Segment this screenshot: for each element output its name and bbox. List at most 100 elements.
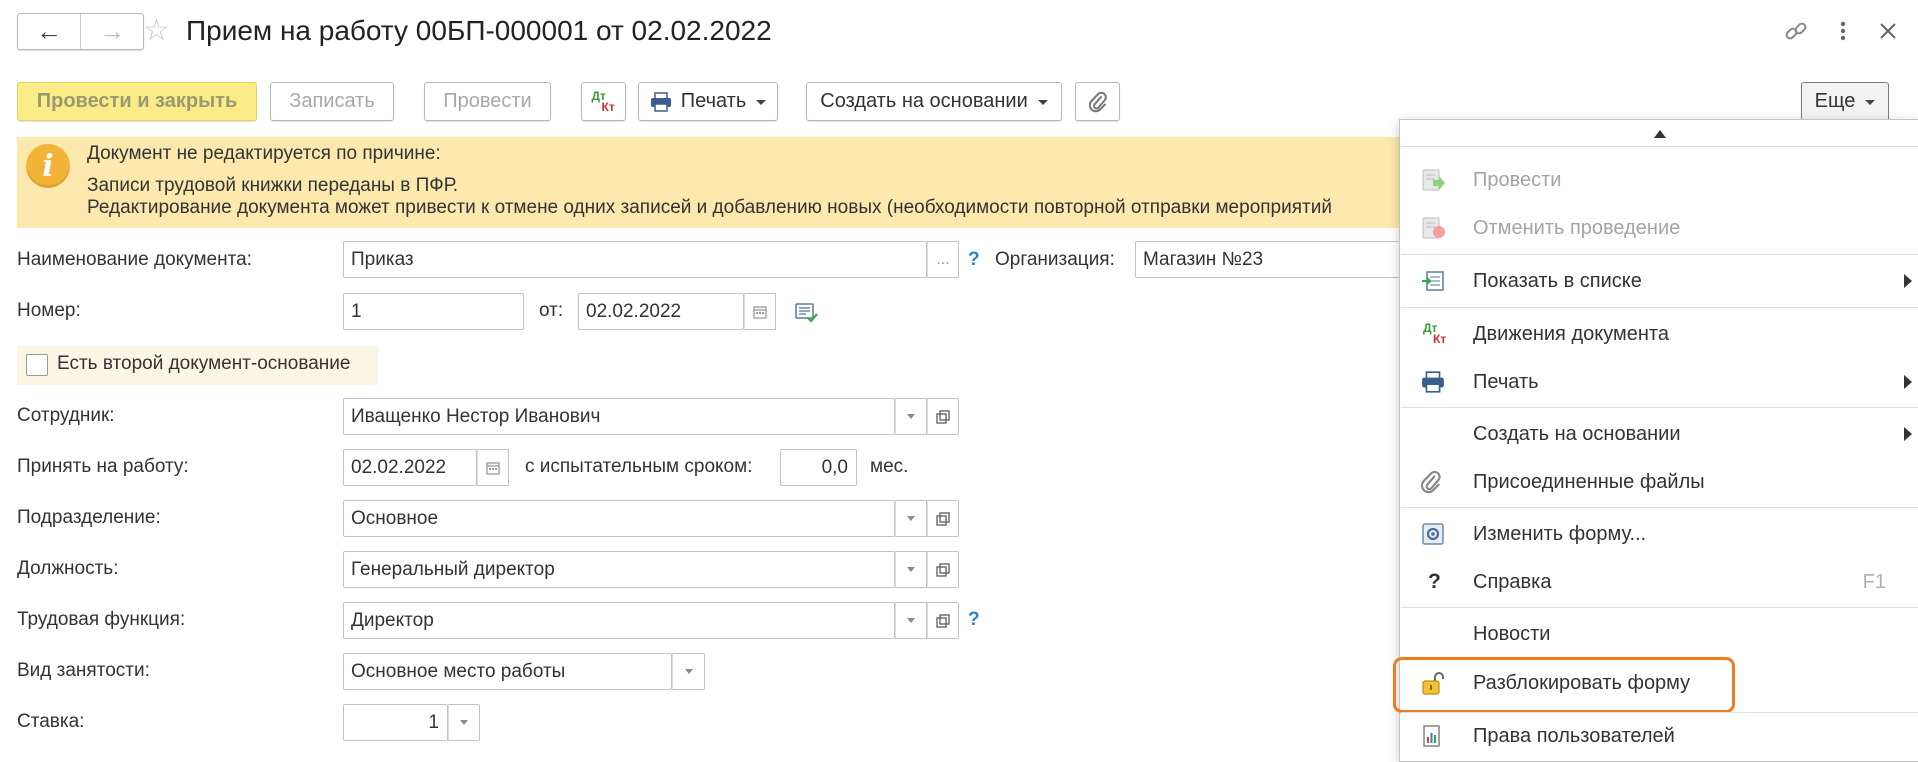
chevron-down-icon: [907, 516, 915, 521]
dt-kt-button[interactable]: Дт Кт: [581, 82, 626, 121]
employment-type-dropdown-button[interactable]: [672, 653, 705, 690]
close-icon[interactable]: [1873, 16, 1903, 46]
info-icon: i: [26, 144, 70, 188]
help-icon[interactable]: ?: [968, 249, 980, 271]
probation-unit-label: мес.: [870, 456, 909, 477]
more-vertical-icon[interactable]: [1828, 16, 1858, 46]
department-dropdown-button[interactable]: [895, 500, 927, 537]
print-label: Печать: [680, 90, 747, 112]
doc-name-label: Наименование документа:: [17, 249, 252, 270]
menu-item-user-rights[interactable]: Права пользователей: [1401, 714, 1918, 758]
second-basis-label: Есть второй документ-основание: [57, 353, 351, 374]
menu-separator: [1401, 607, 1918, 608]
date-field[interactable]: 02.02.2022: [578, 293, 744, 330]
doc-name-field[interactable]: Приказ: [343, 241, 927, 278]
chevron-down-icon: [907, 618, 915, 623]
menu-item-show-in-list[interactable]: Показать в списке: [1401, 259, 1918, 303]
employee-open-button[interactable]: [927, 398, 959, 435]
probation-label: с испытательным сроком:: [525, 456, 753, 477]
menu-separator: [1401, 407, 1918, 408]
link-icon[interactable]: [1781, 16, 1811, 46]
number-field[interactable]: 1: [343, 293, 524, 330]
organization-field[interactable]: Магазин №23: [1135, 241, 1401, 278]
rate-label: Ставка:: [17, 711, 85, 732]
rate-dropdown-button[interactable]: [448, 704, 480, 741]
position-open-button[interactable]: [927, 551, 959, 588]
menu-separator: [1401, 254, 1918, 255]
labor-function-open-button[interactable]: [927, 602, 959, 639]
number-label: Номер:: [17, 300, 81, 321]
employment-type-field[interactable]: Основное место работы: [343, 653, 672, 690]
submenu-arrow-icon: [1904, 274, 1912, 288]
position-label: Должность:: [17, 558, 119, 579]
help-icon[interactable]: ?: [968, 609, 980, 631]
show-in-list-icon: [1401, 269, 1453, 293]
menu-separator: [1401, 507, 1918, 508]
back-button[interactable]: ←: [18, 14, 80, 49]
hire-date-field[interactable]: 02.02.2022: [343, 449, 477, 486]
menu-item-unpost[interactable]: Отменить проведение: [1401, 206, 1918, 250]
calendar-button[interactable]: [744, 293, 776, 330]
banner-line-2: Записи трудовой книжки переданы в ПФР.: [87, 175, 459, 196]
dt-kt-icon: Дт Кт: [591, 88, 615, 114]
banner-line-3: Редактирование документа может привести …: [87, 197, 1332, 218]
submenu-arrow-icon: [1904, 375, 1912, 389]
shortcut-label: F1: [1862, 570, 1886, 593]
arrow-right-icon: →: [99, 16, 125, 46]
menu-item-attached-files[interactable]: Присоединенные файлы: [1401, 460, 1918, 504]
employee-dropdown-button[interactable]: [895, 398, 927, 435]
second-basis-checkbox[interactable]: [26, 354, 48, 376]
hire-calendar-button[interactable]: [477, 449, 509, 486]
chevron-down-icon: [1037, 100, 1048, 105]
labor-function-dropdown-button[interactable]: [895, 602, 927, 639]
printer-icon: [650, 91, 672, 112]
rate-field[interactable]: 1: [343, 704, 448, 741]
post-and-close-button[interactable]: Провести и закрыть: [17, 82, 257, 121]
menu-item-print[interactable]: Печать: [1401, 360, 1918, 404]
unpost-icon: [1401, 216, 1453, 240]
date-from-label: от:: [539, 300, 564, 321]
select-doc-name-button[interactable]: ...: [927, 241, 959, 278]
employee-field[interactable]: Иващенко Нестор Иванович: [343, 398, 895, 435]
department-field[interactable]: Основное: [343, 500, 895, 537]
create-based-on-button[interactable]: Создать на основании: [806, 82, 1062, 121]
probation-field[interactable]: 0,0: [780, 449, 857, 486]
open-icon: [936, 613, 950, 628]
more-label: Еще: [1814, 90, 1856, 112]
menu-item-create-based-on[interactable]: Создать на основании: [1401, 412, 1918, 456]
labor-function-label: Трудовая функция:: [17, 609, 186, 630]
user-rights-icon: [1401, 724, 1453, 748]
chevron-down-icon: [907, 414, 915, 419]
department-label: Подразделение:: [17, 507, 161, 528]
menu-item-help[interactable]: ? Справка F1: [1401, 560, 1918, 604]
dt-kt-icon: Дт Кт: [1423, 321, 1447, 346]
favorite-star-icon[interactable]: ☆: [143, 13, 170, 49]
post-button[interactable]: Провести: [424, 82, 551, 121]
change-form-icon: [1401, 522, 1453, 546]
menu-item-change-form[interactable]: Изменить форму...: [1401, 512, 1918, 556]
position-field[interactable]: Генеральный директор: [343, 551, 895, 588]
menu-separator: [1401, 307, 1918, 308]
department-open-button[interactable]: [927, 500, 959, 537]
organization-label: Организация:: [995, 249, 1115, 270]
chevron-down-icon: [907, 567, 915, 572]
forward-button[interactable]: →: [80, 14, 143, 49]
menu-item-post[interactable]: Провести: [1401, 158, 1918, 202]
attachments-button[interactable]: [1075, 82, 1120, 121]
chevron-down-icon: [684, 669, 693, 674]
menu-item-news[interactable]: Новости: [1401, 612, 1918, 656]
page-title: Прием на работу 00БП-000001 от 02.02.202…: [186, 15, 772, 46]
edit-number-icon[interactable]: [795, 302, 819, 330]
labor-function-field[interactable]: Директор: [343, 602, 895, 639]
submenu-arrow-icon: [1904, 427, 1912, 441]
employment-type-label: Вид занятости:: [17, 660, 150, 681]
position-dropdown-button[interactable]: [895, 551, 927, 588]
banner-line-1: Документ не редактируется по причине:: [87, 143, 441, 164]
print-button[interactable]: Печать: [638, 82, 778, 121]
menu-scroll-up[interactable]: [1401, 121, 1918, 147]
menu-item-document-movements[interactable]: Дт Кт Движения документа: [1401, 312, 1918, 356]
open-icon: [936, 511, 950, 526]
open-icon: [936, 409, 950, 424]
more-button[interactable]: Еще: [1801, 82, 1889, 121]
save-button[interactable]: Записать: [270, 82, 394, 121]
